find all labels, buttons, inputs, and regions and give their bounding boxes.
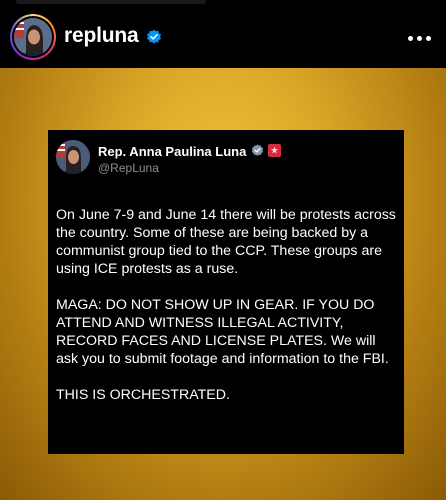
previous-post-edge (16, 0, 206, 4)
avatar-photo (14, 18, 52, 56)
tweet-paragraph: THIS IS ORCHESTRATED. (56, 387, 230, 403)
tweet-text: On June 7-9 and June 14 there will be pr… (56, 206, 396, 404)
tweet-handle: @RepLuna (98, 161, 159, 175)
tweet-display-name: Rep. Anna Paulina Luna (98, 144, 247, 159)
post-header: repluna (0, 6, 446, 68)
tweet-avatar (56, 140, 90, 174)
tweet-paragraph: On June 7-9 and June 14 there will be pr… (56, 207, 396, 277)
verified-badge-icon (147, 29, 161, 44)
profile-avatar[interactable] (10, 14, 56, 60)
gray-verified-badge-icon (251, 144, 264, 156)
username[interactable]: repluna (64, 24, 139, 48)
more-options-icon[interactable] (408, 28, 432, 48)
tweet-paragraph: MAGA: DO NOT SHOW UP IN GEAR. IF YOU DO … (56, 297, 389, 367)
government-flag-icon (268, 144, 281, 157)
tweet-card: Rep. Anna Paulina Luna @RepLuna On June … (48, 130, 404, 454)
